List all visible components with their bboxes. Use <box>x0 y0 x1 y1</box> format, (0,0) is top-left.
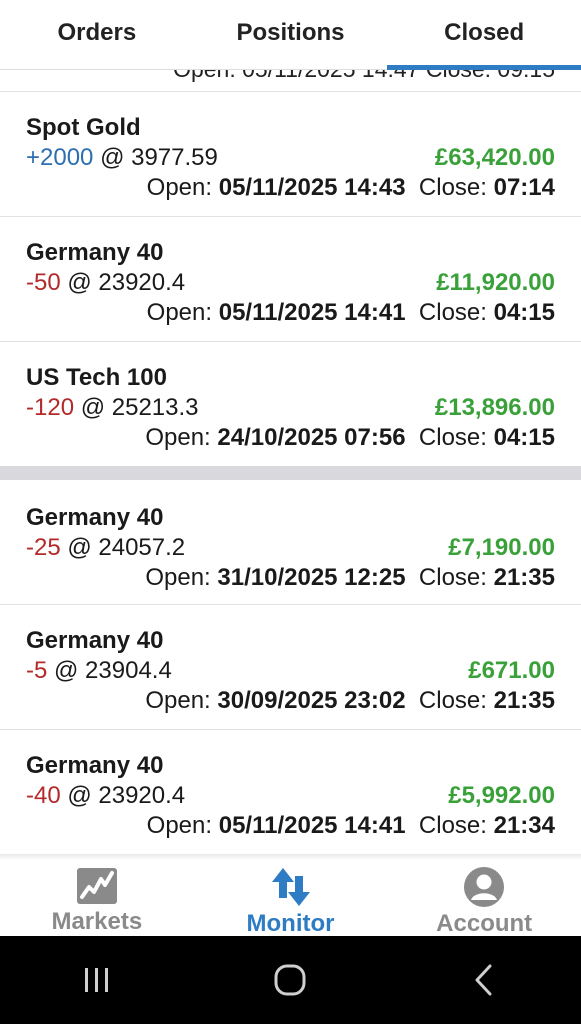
open-time: 05/11/2025 14:41 <box>218 812 406 839</box>
close-label: Close: <box>418 564 487 591</box>
home-icon[interactable] <box>260 955 320 1005</box>
up-down-arrows-icon <box>269 866 313 908</box>
tab-positions-label: Positions <box>236 19 345 46</box>
nav-markets[interactable]: Markets <box>0 860 194 936</box>
open-label: Open: <box>145 687 211 714</box>
trade-price: @ 23920.4 <box>67 782 186 809</box>
tab-closed[interactable]: Closed <box>387 0 581 70</box>
market-name: US Tech 100 <box>26 364 167 391</box>
close-time: 07:14 <box>493 174 555 201</box>
close-time: 21:35 <box>493 564 555 591</box>
market-name: Germany 40 <box>26 752 164 779</box>
nav-monitor[interactable]: Monitor <box>194 860 388 937</box>
user-icon <box>462 866 506 908</box>
trade-size: -25 @ 24057.2 <box>26 534 185 562</box>
system-nav-bar <box>0 936 581 1024</box>
closed-group-1: Spot Gold +2000 @ 3977.59 £63,420.00 Ope… <box>0 92 581 467</box>
trade-size: -40 @ 23920.4 <box>26 782 185 810</box>
trade-direction: -5 <box>26 657 48 684</box>
trade-price: @ 23904.4 <box>54 657 172 684</box>
trade-size: -5 @ 23904.4 <box>26 657 172 685</box>
market-name: Germany 40 <box>26 627 164 654</box>
trade-times: Open: 05/11/2025 14:43 Close: 07:14 <box>147 174 555 202</box>
list-item[interactable]: Germany 40 -5 @ 23904.4 £671.00 Open: 30… <box>0 605 581 730</box>
nav-monitor-label: Monitor <box>246 910 335 937</box>
list-item[interactable]: Germany 40 -40 @ 23920.4 £5,992.00 Open:… <box>0 730 581 855</box>
open-label: Open: <box>145 564 211 591</box>
back-icon[interactable] <box>454 955 514 1005</box>
open-time: 05/11/2025 14:41 <box>218 299 406 326</box>
trade-times: Open: 05/11/2025 14:41 Close: 04:15 <box>147 299 555 327</box>
bottom-nav: Markets Monitor Account <box>0 860 581 937</box>
trade-direction: -40 <box>26 782 61 809</box>
partial-row[interactable]: Open: 05/11/2025 14:47 Close: 09:15 <box>0 70 581 92</box>
list-item[interactable]: US Tech 100 -120 @ 25213.3 £13,896.00 Op… <box>0 342 581 467</box>
tab-orders[interactable]: Orders <box>0 0 194 70</box>
close-label: Close: <box>418 812 487 839</box>
trade-size: +2000 @ 3977.59 <box>26 144 218 172</box>
trade-size: -50 @ 23920.4 <box>26 269 185 297</box>
close-label: Close: <box>418 687 487 714</box>
trade-price: @ 23920.4 <box>67 269 186 296</box>
profit-loss: £7,190.00 <box>448 534 555 561</box>
market-name: Germany 40 <box>26 504 164 531</box>
trade-direction: -120 <box>26 394 75 421</box>
recent-apps-icon[interactable] <box>67 955 127 1005</box>
partial-row-text: Open: 05/11/2025 14:47 Close: 09:15 <box>173 70 555 83</box>
trade-direction: +2000 <box>26 144 94 171</box>
profit-loss: £671.00 <box>468 657 555 684</box>
close-label: Close: <box>418 299 487 326</box>
tab-bar: Orders Positions Closed <box>0 0 581 70</box>
trade-times: Open: 30/09/2025 23:02 Close: 21:35 <box>145 687 555 715</box>
close-time: 04:15 <box>493 424 555 451</box>
market-name: Spot Gold <box>26 114 141 141</box>
nav-markets-label: Markets <box>51 908 143 935</box>
trade-price: @ 3977.59 <box>100 144 218 171</box>
trade-times: Open: 05/11/2025 14:41 Close: 21:34 <box>147 812 555 840</box>
trade-price: @ 24057.2 <box>67 534 186 561</box>
tab-closed-label: Closed <box>444 19 525 46</box>
trade-size: -120 @ 25213.3 <box>26 394 199 422</box>
closed-group-2: Germany 40 -25 @ 24057.2 £7,190.00 Open:… <box>0 480 581 855</box>
nav-account[interactable]: Account <box>387 860 581 937</box>
open-time: 31/10/2025 12:25 <box>217 564 406 591</box>
chart-icon <box>75 866 119 906</box>
trade-price: @ 25213.3 <box>80 394 199 421</box>
open-time: 24/10/2025 07:56 <box>217 424 406 451</box>
open-time: 30/09/2025 23:02 <box>217 687 406 714</box>
close-time: 21:34 <box>493 812 555 839</box>
market-name: Germany 40 <box>26 239 164 266</box>
close-time: 04:15 <box>493 299 555 326</box>
list-item[interactable]: Germany 40 -25 @ 24057.2 £7,190.00 Open:… <box>0 480 581 605</box>
open-label: Open: <box>146 299 213 326</box>
list-item[interactable]: Germany 40 -50 @ 23920.4 £11,920.00 Open… <box>0 217 581 342</box>
open-label: Open: <box>146 812 213 839</box>
tab-orders-label: Orders <box>57 19 137 46</box>
trade-times: Open: 24/10/2025 07:56 Close: 04:15 <box>145 424 555 452</box>
close-label: Close: <box>418 174 487 201</box>
close-label: Close: <box>418 424 487 451</box>
list-item[interactable]: Spot Gold +2000 @ 3977.59 £63,420.00 Ope… <box>0 92 581 217</box>
profit-loss: £63,420.00 <box>434 144 555 171</box>
nav-account-label: Account <box>436 910 533 937</box>
open-time: 05/11/2025 14:43 <box>218 174 406 201</box>
profit-loss: £5,992.00 <box>448 782 555 809</box>
trade-direction: -25 <box>26 534 61 561</box>
group-separator <box>0 466 581 480</box>
tab-positions[interactable]: Positions <box>194 0 388 70</box>
open-label: Open: <box>145 424 211 451</box>
profit-loss: £13,896.00 <box>434 394 555 421</box>
profit-loss: £11,920.00 <box>436 269 555 296</box>
close-time: 21:35 <box>493 687 555 714</box>
open-label: Open: <box>146 174 213 201</box>
trade-times: Open: 31/10/2025 12:25 Close: 21:35 <box>145 564 555 592</box>
trade-direction: -50 <box>26 269 61 296</box>
